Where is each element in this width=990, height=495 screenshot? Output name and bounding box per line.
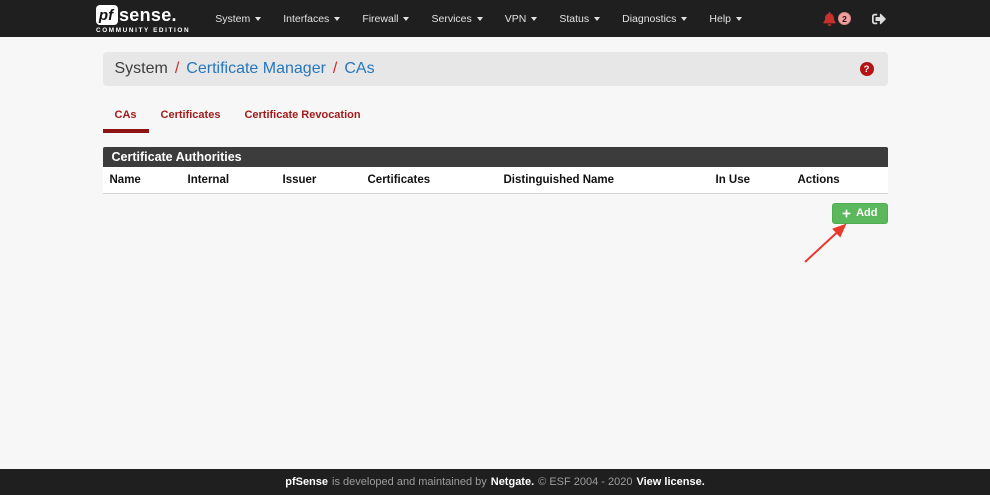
tab-certificates[interactable]: Certificates — [149, 103, 233, 133]
menu-interfaces[interactable]: Interfaces — [272, 0, 351, 37]
breadcrumb-certificate-manager-link[interactable]: Certificate Manager — [186, 60, 326, 78]
certificate-authorities-panel: Certificate Authorities Name Internal Is… — [103, 147, 888, 194]
certificate-authorities-table: Name Internal Issuer Certificates Distin… — [103, 167, 888, 194]
caret-down-icon — [594, 17, 600, 21]
top-navbar: pf sense. COMMUNITY EDITION System Inter… — [0, 0, 990, 37]
menu-system[interactable]: System — [204, 0, 272, 37]
caret-down-icon — [403, 17, 409, 21]
menu-diagnostics[interactable]: Diagnostics — [611, 0, 698, 37]
menu-help[interactable]: Help — [698, 0, 753, 37]
plus-icon — [842, 209, 851, 218]
logout-icon[interactable] — [872, 12, 886, 26]
notification-count-badge: 2 — [838, 12, 851, 25]
caret-down-icon — [255, 17, 261, 21]
footer-brand: pfSense — [285, 476, 328, 488]
column-header-certificates: Certificates — [361, 167, 497, 194]
add-button[interactable]: Add — [832, 203, 887, 224]
menu-services[interactable]: Services — [420, 0, 493, 37]
navbar-right: 2 — [823, 12, 990, 26]
menu-vpn[interactable]: VPN — [494, 0, 549, 37]
tab-certificate-revocation[interactable]: Certificate Revocation — [232, 103, 372, 133]
footer-view-license-link[interactable]: View license. — [636, 476, 704, 488]
panel-title: Certificate Authorities — [103, 147, 888, 167]
add-button-label: Add — [856, 207, 877, 219]
breadcrumb-system: System — [115, 60, 168, 78]
main-menu: System Interfaces Firewall Services VPN … — [204, 0, 753, 37]
footer-copyright: © ESF 2004 - 2020 — [538, 476, 632, 488]
bell-icon — [823, 12, 836, 26]
notifications-bell-icon[interactable]: 2 — [823, 12, 851, 26]
add-button-row: Add — [103, 203, 888, 224]
caret-down-icon — [531, 17, 537, 21]
column-header-actions: Actions — [791, 167, 888, 194]
pfsense-logo[interactable]: pf sense. COMMUNITY EDITION — [96, 5, 190, 34]
footer-netgate-link[interactable]: Netgate. — [491, 476, 534, 488]
menu-status[interactable]: Status — [548, 0, 611, 37]
pfsense-logo-pf: pf — [96, 5, 118, 25]
column-header-in-use: In Use — [709, 167, 791, 194]
footer: pfSense is developed and maintained by N… — [0, 469, 990, 495]
column-header-internal: Internal — [181, 167, 276, 194]
caret-down-icon — [477, 17, 483, 21]
caret-down-icon — [681, 17, 687, 21]
table-header-row: Name Internal Issuer Certificates Distin… — [103, 167, 888, 194]
breadcrumb: System / Certificate Manager / CAs ? — [103, 52, 888, 86]
pfsense-logo-edition: COMMUNITY EDITION — [96, 27, 190, 34]
breadcrumb-cas-link[interactable]: CAs — [344, 60, 374, 78]
breadcrumb-separator: / — [175, 60, 179, 78]
column-header-name: Name — [103, 167, 181, 194]
content-container: System / Certificate Manager / CAs ? CAs… — [103, 52, 888, 224]
tab-cas[interactable]: CAs — [103, 103, 149, 133]
column-header-issuer: Issuer — [276, 167, 361, 194]
help-icon[interactable]: ? — [860, 62, 874, 76]
pfsense-logo-row: pf sense. — [96, 5, 190, 26]
breadcrumb-separator: / — [333, 60, 337, 78]
caret-down-icon — [736, 17, 742, 21]
caret-down-icon — [334, 17, 340, 21]
tab-bar: CAs Certificates Certificate Revocation — [103, 103, 888, 133]
column-header-distinguished-name: Distinguished Name — [497, 167, 709, 194]
menu-firewall[interactable]: Firewall — [351, 0, 420, 37]
footer-maintained-text: is developed and maintained by — [332, 476, 487, 488]
pfsense-logo-sense: sense. — [119, 5, 177, 26]
